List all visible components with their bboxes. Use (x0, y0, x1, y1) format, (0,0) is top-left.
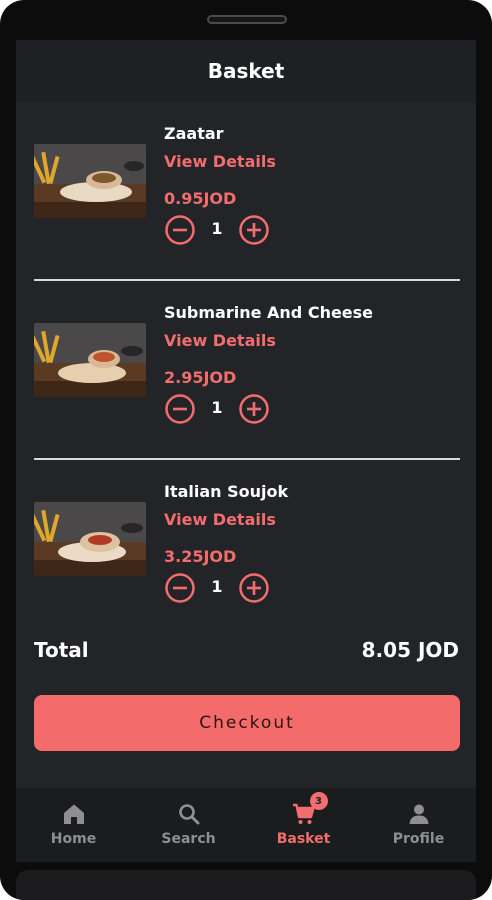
item-price: 3.25JOD (164, 547, 237, 566)
nav-item-home[interactable]: Home (16, 788, 131, 862)
increase-quantity-button[interactable] (238, 572, 270, 604)
quantity-value: 1 (211, 219, 223, 238)
home-icon (62, 802, 86, 826)
nav-label: Search (161, 831, 216, 847)
decrease-quantity-button[interactable] (164, 572, 196, 604)
plus-circle-icon (239, 394, 269, 424)
minus-circle-icon (165, 394, 195, 424)
decrease-quantity-button[interactable] (164, 214, 196, 246)
increase-quantity-button[interactable] (238, 393, 270, 425)
item-name: Italian Soujok (164, 482, 289, 501)
basket-item: Italian Soujok View Details 3.25JOD 1 (34, 482, 459, 622)
nav-item-basket[interactable]: 3 Basket (246, 788, 361, 862)
app-screen: Basket Zaatar View Details 0.95JOD 1 Sub… (16, 40, 476, 862)
nav-label: Profile (392, 831, 445, 847)
increase-quantity-button[interactable] (238, 214, 270, 246)
item-price: 2.95JOD (164, 368, 237, 387)
checkout-button[interactable]: Checkout (34, 695, 460, 751)
product-image (34, 502, 146, 576)
checkout-label: Checkout (199, 713, 295, 733)
view-details-link[interactable]: View Details (164, 152, 276, 171)
total-label: Total (34, 638, 89, 662)
nav-label: Home (50, 831, 97, 847)
person-icon (407, 802, 431, 826)
item-name: Submarine And Cheese (164, 303, 374, 322)
cart-icon: 3 (292, 792, 328, 826)
plus-circle-icon (239, 573, 269, 603)
basket-item: Submarine And Cheese View Details 2.95JO… (34, 303, 459, 443)
quantity-stepper: 1 (164, 393, 274, 425)
phone-frame: Basket Zaatar View Details 0.95JOD 1 Sub… (0, 0, 492, 900)
total-value: 8.05 JOD (361, 638, 459, 662)
minus-circle-icon (165, 215, 195, 245)
quantity-stepper: 1 (164, 572, 274, 604)
item-price: 0.95JOD (164, 189, 237, 208)
view-details-link[interactable]: View Details (164, 510, 276, 529)
item-divider (34, 458, 460, 460)
header: Basket (16, 40, 476, 102)
nav-item-search[interactable]: Search (131, 788, 246, 862)
minus-circle-icon (165, 573, 195, 603)
phone-speaker (207, 15, 287, 24)
search-icon (177, 802, 201, 826)
page-title: Basket (207, 59, 285, 83)
basket-item: Zaatar View Details 0.95JOD 1 (34, 124, 459, 264)
quantity-value: 1 (211, 577, 223, 596)
quantity-value: 1 (211, 398, 223, 417)
phone-chin (16, 870, 476, 900)
cart-count-badge: 3 (309, 792, 328, 810)
item-divider (34, 279, 460, 281)
nav-item-profile[interactable]: Profile (361, 788, 476, 862)
bottom-navigation: Home Search 3 Basket Profile (16, 788, 476, 862)
quantity-stepper: 1 (164, 214, 274, 246)
item-name: Zaatar (164, 124, 224, 143)
view-details-link[interactable]: View Details (164, 331, 276, 350)
nav-label: Basket (276, 831, 331, 847)
product-image (34, 144, 146, 218)
plus-circle-icon (239, 215, 269, 245)
decrease-quantity-button[interactable] (164, 393, 196, 425)
product-image (34, 323, 146, 397)
